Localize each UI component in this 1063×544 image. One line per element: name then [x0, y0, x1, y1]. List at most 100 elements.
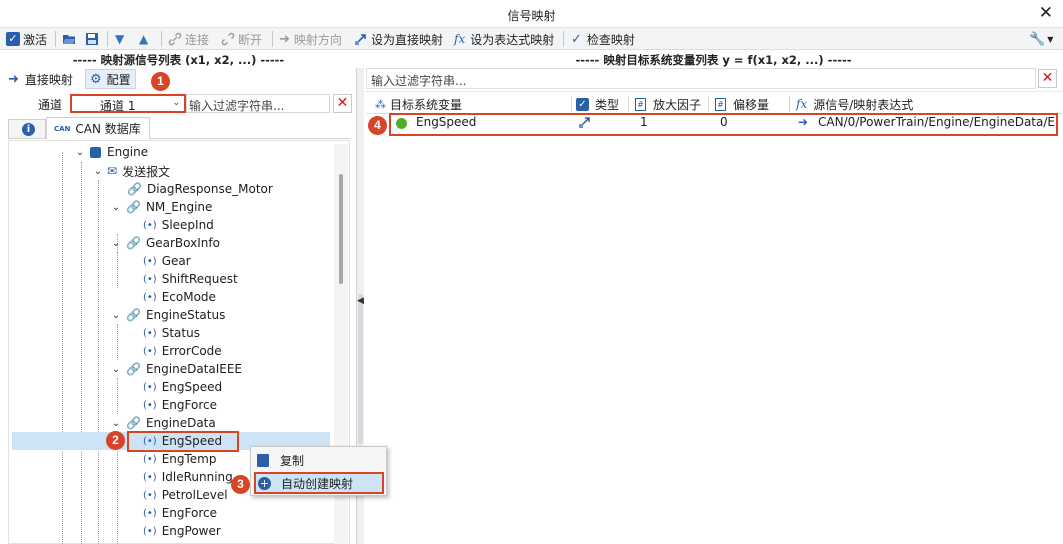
- tree-label: EngineDataIEEE: [145, 362, 243, 376]
- tree-label: PetrolLevel: [161, 488, 228, 502]
- tree-node-enginedataieee[interactable]: ⌄ 🔗 EngineDataIEEE: [110, 360, 242, 378]
- target-filter-input[interactable]: 输入过滤字符串...: [366, 68, 1036, 89]
- window-title: 信号映射: [507, 9, 556, 23]
- close-icon[interactable]: ✕: [1039, 3, 1053, 23]
- menu-item-copy[interactable]: 复制: [254, 449, 384, 471]
- clear-filter-button[interactable]: ✕: [333, 94, 352, 113]
- number-icon: #: [635, 97, 646, 111]
- save-icon: [86, 33, 98, 45]
- activate-button[interactable]: ✓ 激活: [6, 30, 47, 48]
- tree-node-ecomode[interactable]: (•) EcoMode: [143, 288, 216, 306]
- collapse-left-icon[interactable]: ◀: [357, 296, 364, 306]
- tree-node-enginedata[interactable]: ⌄ 🔗 EngineData: [110, 414, 216, 432]
- row-factor: 1: [640, 115, 648, 129]
- message-link-icon: 🔗: [126, 236, 141, 250]
- tree-node-ieee-engforce[interactable]: (•) EngForce: [143, 396, 217, 414]
- title-bar: 信号映射 ✕: [0, 0, 1063, 28]
- tree-node-enginestatus[interactable]: ⌄ 🔗 EngineStatus: [110, 306, 226, 324]
- tree-node-engspeed-selected[interactable]: (•) EngSpeed: [143, 432, 222, 450]
- chevron-down-icon: ⌄: [111, 363, 121, 375]
- tree-node-idlerunning[interactable]: (•) IdleRunning: [143, 468, 233, 486]
- map-direction-button[interactable]: ➜ 映射方向: [279, 30, 342, 48]
- column-target-variable[interactable]: ⁂ 目标系统变量: [375, 95, 462, 113]
- signal-icon: (•): [143, 219, 157, 231]
- signal-icon: (•): [143, 507, 157, 519]
- column-label: 源信号/映射表达式: [813, 97, 914, 112]
- set-expression-mapping-button[interactable]: fx 设为表达式映射: [454, 30, 554, 48]
- menu-item-auto-create-mapping[interactable]: + 自动创建映射: [254, 472, 384, 494]
- direct-map-icon: [355, 34, 366, 45]
- tree-node-nm-engine[interactable]: ⌄ 🔗 NM_Engine: [110, 198, 213, 216]
- tree-node-ieee-engspeed[interactable]: (•) EngSpeed: [143, 378, 222, 396]
- column-factor[interactable]: # 放大因子: [635, 95, 701, 113]
- step-marker-1: 1: [151, 72, 170, 91]
- chevron-down-icon: ⌄: [111, 201, 121, 213]
- signal-icon: (•): [143, 471, 157, 483]
- clear-target-filter-button[interactable]: ✕: [1038, 69, 1057, 88]
- connect-button[interactable]: 连接: [168, 30, 209, 48]
- tab-can-database[interactable]: CAN CAN 数据库: [46, 117, 150, 139]
- close-icon: ✕: [336, 95, 349, 111]
- tree-node-engtemp[interactable]: (•) EngTemp: [143, 450, 217, 468]
- signal-icon: (•): [143, 381, 157, 393]
- add-circle-icon: +: [258, 476, 271, 490]
- tab-info[interactable]: i: [8, 119, 46, 139]
- arrow-right-icon: ➜: [8, 71, 19, 87]
- check-icon: ✓: [571, 31, 582, 47]
- tree-node-petrollevel[interactable]: (•) PetrolLevel: [143, 486, 228, 504]
- save-button[interactable]: [85, 30, 102, 48]
- chevron-down-icon: ▼: [1047, 34, 1054, 44]
- tree-node-engforce[interactable]: (•) EngForce: [143, 504, 217, 522]
- arrow-down-icon: ▼: [115, 32, 125, 46]
- tree-label: DiagResponse_Motor: [146, 182, 273, 196]
- tab-config[interactable]: ⚙ 配置: [85, 69, 136, 89]
- tree-node-engpower[interactable]: (•) EngPower: [143, 522, 221, 540]
- arrow-right-icon: ➜: [279, 31, 290, 47]
- tab-can-label: CAN 数据库: [75, 122, 141, 136]
- channel-value: 通道 1: [100, 99, 136, 113]
- column-type[interactable]: ✓ 类型: [576, 95, 619, 113]
- source-list-header: ----- 映射源信号列表 (x1, x2, ...) -----: [72, 53, 285, 67]
- column-source-expression[interactable]: fx 源信号/映射表达式: [796, 95, 913, 113]
- tree-label: SleepInd: [161, 218, 214, 232]
- tab-direct-mapping[interactable]: ➜ 直接映射: [8, 69, 73, 89]
- signal-icon: (•): [143, 453, 157, 465]
- tree-node-status[interactable]: (•) Status: [143, 324, 200, 342]
- check-mapping-button[interactable]: ✓ 检查映射: [571, 30, 635, 48]
- channel-select[interactable]: 通道 1 ⌄: [70, 94, 186, 113]
- wrench-icon: 🔧: [1029, 31, 1046, 47]
- set-direct-mapping-button[interactable]: 设为直接映射: [354, 30, 443, 48]
- tree-node-gearboxinfo[interactable]: ⌄ 🔗 GearBoxInfo: [110, 234, 220, 252]
- tree-node-errorcode[interactable]: (•) ErrorCode: [143, 342, 222, 360]
- tree-label: EngForce: [161, 398, 217, 412]
- set-expression-label: 设为表达式映射: [470, 32, 555, 47]
- tree-label: Gear: [161, 254, 191, 268]
- close-icon: ✕: [1041, 70, 1054, 86]
- tree-node-diagresponse-motor[interactable]: 🔗 DiagResponse_Motor: [127, 180, 273, 198]
- tree-node-engine[interactable]: ⌄ Engine: [74, 143, 148, 161]
- source-filter-input[interactable]: 输入过滤字符串...: [186, 94, 330, 113]
- tree-node-shiftrequest[interactable]: (•) ShiftRequest: [143, 270, 238, 288]
- signal-icon: (•): [143, 435, 157, 447]
- tree-node-sleepind[interactable]: (•) SleepInd: [143, 216, 214, 234]
- ecu-icon: [90, 146, 101, 158]
- checkbox-icon: ✓: [6, 32, 20, 46]
- row-target: EngSpeed: [416, 115, 477, 129]
- direct-map-type-icon: [578, 115, 598, 131]
- open-button[interactable]: [62, 30, 79, 48]
- disconnect-button[interactable]: 断开: [221, 30, 262, 48]
- column-offset[interactable]: # 偏移量: [715, 95, 769, 113]
- tab-config-label: 配置: [106, 72, 131, 87]
- scrollbar-thumb[interactable]: [339, 174, 343, 284]
- settings-button[interactable]: 🔧 ▼: [1029, 30, 1053, 48]
- tree-node-send-messages[interactable]: ⌄ ✉ 发送报文: [92, 162, 170, 180]
- activate-label: 激活: [23, 32, 48, 47]
- link-icon: [168, 32, 182, 46]
- chevron-down-icon: ⌄: [111, 417, 121, 429]
- column-label: 放大因子: [653, 97, 702, 112]
- tree-node-gear[interactable]: (•) Gear: [143, 252, 191, 270]
- move-down-button[interactable]: ▼: [115, 30, 124, 48]
- tree-label: 发送报文: [122, 164, 171, 179]
- move-up-button[interactable]: ▲: [139, 30, 148, 48]
- status-ok-icon: [396, 118, 407, 129]
